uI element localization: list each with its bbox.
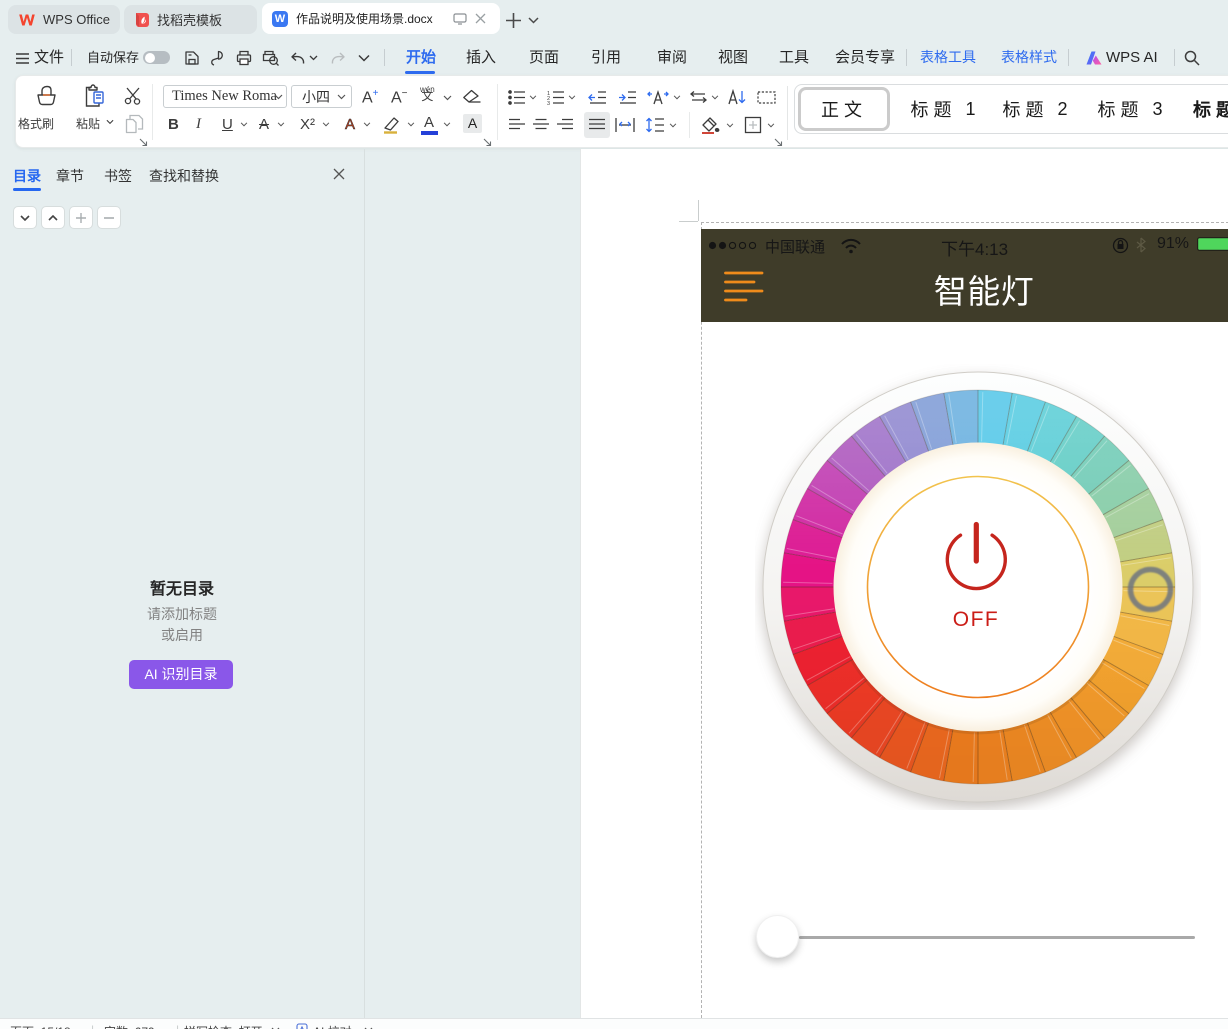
svg-text:OFF: OFF bbox=[953, 608, 1000, 631]
svg-text:3: 3 bbox=[547, 101, 550, 105]
